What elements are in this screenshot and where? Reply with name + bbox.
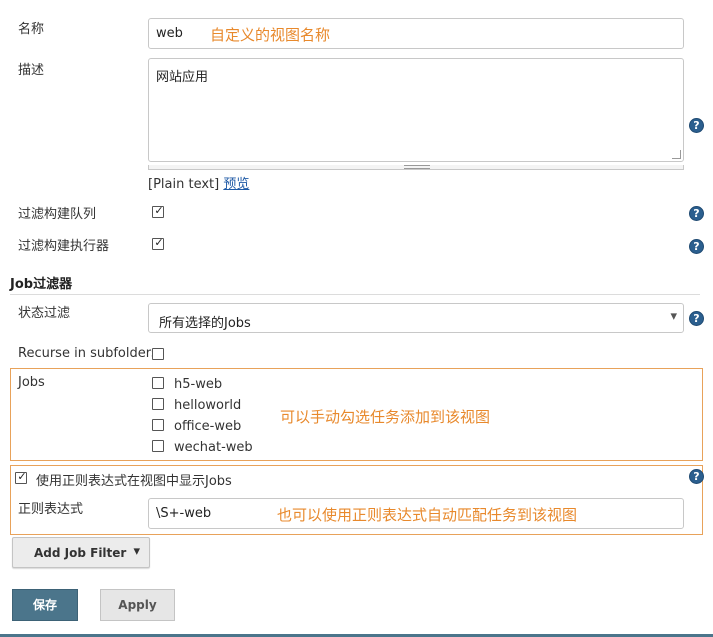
save-button[interactable]: 保存 [12,589,78,621]
section-divider [10,294,700,295]
regex-label: 正则表达式 [18,502,84,517]
format-hint: [Plain text] 预览 [148,173,249,192]
filter-executor-label: 过滤构建执行器 [18,239,110,254]
regex-annotation: 也可以使用正则表达式自动匹配任务到该视图 [277,506,578,524]
regex-input[interactable]: \S+-web 也可以使用正则表达式自动匹配任务到该视图 [148,498,684,529]
recurse-checkbox[interactable] [152,348,164,360]
job-checkbox[interactable] [152,419,164,431]
name-label: 名称 [18,22,45,37]
chevron-down-icon: ▾ [670,309,677,324]
help-icon[interactable]: ? [689,239,704,254]
status-filter-selected: 所有选择的Jobs [159,316,251,331]
regex-toggle-label: 使用正则表达式在视图中显示Jobs [36,474,232,489]
help-icon[interactable]: ? [689,469,704,484]
job-filter-section-title: Job过滤器 [10,277,73,292]
add-job-filter-label: Add Job Filter [34,546,127,560]
filter-queue-label: 过滤构建队列 [18,207,97,222]
status-filter-select[interactable]: 所有选择的Jobs ▾ [148,303,684,333]
grip-lines-icon [404,165,430,169]
help-icon[interactable]: ? [689,118,704,133]
checkmark-icon: ✓ [154,204,164,217]
filter-queue-checkbox[interactable]: ✓ [152,204,164,218]
name-input[interactable]: web 自定义的视图名称 [148,18,684,49]
name-annotation: 自定义的视图名称 [210,26,331,44]
preview-link[interactable]: 预览 [223,177,249,192]
resize-grip-icon[interactable] [672,150,681,159]
job-checkbox[interactable] [152,377,164,389]
job-name: h5-web [174,377,223,392]
job-name: wechat-web [174,440,253,455]
job-name: office-web [174,419,242,434]
checkmark-icon: ✓ [154,236,164,249]
textarea-resize-handle[interactable] [148,165,684,170]
plain-text-label: [Plain text] [148,177,220,192]
name-input-value: web [156,26,183,41]
description-label: 描述 [18,63,45,78]
jobs-annotation: 可以手动勾选任务添加到该视图 [280,408,491,426]
jobs-label: Jobs [18,375,45,390]
recurse-label: Recurse in subfolders [18,346,158,361]
job-checkbox[interactable] [152,440,164,452]
checkmark-icon: ✓ [17,470,27,483]
add-job-filter-button[interactable]: Add Job Filter ▾ [12,537,150,568]
description-textarea[interactable]: 网站应用 [148,58,684,162]
regex-toggle-checkbox[interactable]: ✓ [15,470,27,484]
filter-executor-checkbox[interactable]: ✓ [152,236,164,250]
job-checkbox[interactable] [152,398,164,410]
regex-input-value: \S+-web [156,506,212,521]
help-icon[interactable]: ? [689,206,704,221]
chevron-down-icon: ▾ [133,544,140,559]
status-filter-label: 状态过滤 [18,306,71,321]
job-name: helloworld [174,398,242,413]
apply-button[interactable]: Apply [100,589,175,621]
help-icon[interactable]: ? [689,311,704,326]
description-textarea-value: 网站应用 [156,70,209,85]
